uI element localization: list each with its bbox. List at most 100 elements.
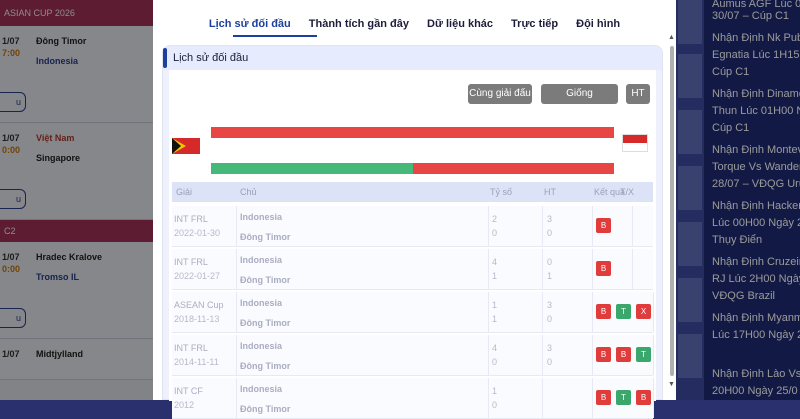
- score-away: 1: [492, 314, 498, 324]
- news-thumbnail[interactable]: [678, 166, 702, 210]
- match-date: 1/07: [2, 252, 20, 262]
- table-row[interactable]: INT FRL 2014-11-11 Indonesia Đông Timor …: [172, 335, 654, 376]
- news-thumbnail[interactable]: [678, 278, 702, 322]
- match-date: 2012: [174, 400, 195, 410]
- table-row[interactable]: ASEAN Cup 2018-11-13 Indonesia Đông Timo…: [172, 292, 654, 333]
- ht-home: 3: [547, 343, 553, 353]
- score-away: 0: [492, 357, 498, 367]
- panel-body: Cùng giải đấu Giống Nhà/Khách HT Giải Ch…: [169, 70, 656, 419]
- news-title[interactable]: Nhận Định Myanm: [712, 310, 800, 327]
- team-home: Indonesia: [240, 384, 283, 394]
- news-title[interactable]: RJ Lúc 2H00 Ngày: [712, 271, 800, 288]
- league-header: C2: [0, 220, 153, 242]
- panel-header: Lịch sử đối đầu: [163, 46, 662, 70]
- news-title[interactable]: VĐQG Brazil: [712, 288, 800, 305]
- match-date: 2022-01-27: [174, 271, 221, 281]
- match-league: INT FRL: [174, 343, 208, 353]
- news-thumbnail[interactable]: [678, 222, 702, 266]
- filter-same-home-away-button[interactable]: Giống Nhà/Khách: [541, 84, 618, 119]
- news-title[interactable]: Lúc 00H00 Ngày 2: [712, 215, 800, 232]
- table-row[interactable]: INT FRL 2022-01-27 Indonesia Đông Timor …: [172, 249, 653, 290]
- handicap-badge: B: [616, 347, 631, 362]
- match-item[interactable]: 1/07 0:00 Việt Nam Singapore u: [0, 123, 153, 220]
- filter-ht-button[interactable]: HT: [626, 84, 650, 104]
- tab-lineup[interactable]: Đội hình: [567, 12, 629, 36]
- match-date: 2014-11-11: [174, 357, 219, 367]
- team-away: Indonesia: [36, 56, 79, 66]
- news-title[interactable]: Thụy Điển: [712, 232, 800, 249]
- team-away: Đông Timor: [240, 275, 291, 285]
- team-away: Đông Timor: [240, 404, 291, 414]
- match-date: 2022-01-30: [174, 228, 221, 238]
- news-title[interactable]: 28/07 – VĐQG Uru: [712, 176, 800, 193]
- news-title[interactable]: Thun Lúc 01H00 N: [712, 103, 800, 120]
- match-league: INT CF: [174, 386, 203, 396]
- result-badge: B: [596, 347, 611, 362]
- head-to-head-modal: Lịch sử đối đầu Thành tích gần đây Dữ li…: [153, 0, 676, 419]
- scrollbar-thumb[interactable]: [670, 46, 674, 376]
- tab-other-data[interactable]: Dữ liệu khác: [418, 12, 502, 36]
- news-title[interactable]: Egnatia Lúc 1H15: [712, 47, 800, 64]
- news-title[interactable]: 30/07 – Cúp C1: [712, 8, 800, 25]
- thumbnail-strip: [676, 0, 704, 400]
- comparison-bar-2-red: [413, 163, 614, 174]
- table-row[interactable]: INT CF 2012 Indonesia Đông Timor 1 0 B T…: [172, 378, 654, 419]
- scroll-down-icon[interactable]: ▼: [668, 381, 675, 388]
- match-date: 1/07: [2, 133, 20, 143]
- news-thumbnail[interactable]: [678, 110, 702, 154]
- background-left-match-list: ASIAN CUP 2026 1/07 7:00 Đông Timor Indo…: [0, 0, 153, 400]
- team-away: Singapore: [36, 153, 81, 163]
- ht-away: 1: [547, 271, 553, 281]
- news-title[interactable]: Nhận Định Nk Pub: [712, 30, 800, 47]
- news-thumbnail[interactable]: [678, 54, 702, 98]
- panel-title: Lịch sử đối đầu: [173, 52, 249, 64]
- match-time: 7:00: [2, 48, 21, 58]
- comparison-bar-2-green: [211, 163, 413, 174]
- ht-home: 0: [547, 257, 553, 267]
- news-title[interactable]: Nhận Định Cruzeir: [712, 254, 800, 271]
- match-item[interactable]: 1/07 Midtjylland: [0, 339, 153, 380]
- tab-recent-form[interactable]: Thành tích gần đây: [300, 12, 418, 36]
- over-under-badge: B: [636, 390, 651, 405]
- detail-button[interactable]: u: [0, 189, 26, 209]
- news-title[interactable]: Torque Vs Wander: [712, 159, 800, 176]
- ht-away: 0: [547, 314, 553, 324]
- news-title[interactable]: Nhận Định Montev: [712, 142, 800, 159]
- news-title[interactable]: Nhận Định Hacker: [712, 198, 800, 215]
- tab-live[interactable]: Trực tiếp: [502, 12, 567, 36]
- news-title[interactable]: 20H00 Ngày 25/0: [712, 383, 800, 400]
- match-time: 0:00: [2, 264, 21, 274]
- head-to-head-panel: Lịch sử đối đầu Cùng giải đấu Giống Nhà/…: [162, 45, 663, 419]
- team-away: Đông Timor: [240, 318, 291, 328]
- news-title[interactable]: Cúp C1: [712, 64, 800, 81]
- ht-home: 3: [547, 214, 553, 224]
- news-title[interactable]: Nhận Định Dinamo: [712, 86, 800, 103]
- news-thumbnail[interactable]: [678, 334, 702, 378]
- flag-indonesia-icon: [622, 134, 648, 152]
- detail-button[interactable]: u: [0, 92, 26, 112]
- result-badge: B: [596, 261, 611, 276]
- news-thumbnail[interactable]: [678, 0, 702, 44]
- news-title[interactable]: Lúc 17H00 Ngày 2: [712, 327, 800, 344]
- filter-same-league-button[interactable]: Cùng giải đấu: [468, 84, 532, 104]
- news-title[interactable]: Nhận Định Lào Vs: [712, 366, 800, 383]
- scroll-up-icon[interactable]: ▲: [668, 34, 675, 41]
- news-title[interactable]: Cúp C1: [712, 120, 800, 137]
- col-score: Tỷ số: [490, 187, 513, 197]
- over-under-badge: T: [636, 347, 651, 362]
- active-tab-indicator: [233, 35, 317, 37]
- team-home: Indonesia: [240, 255, 283, 265]
- match-date: 2018-11-13: [174, 314, 220, 324]
- tab-head-to-head[interactable]: Lịch sử đối đầu: [200, 12, 300, 36]
- team-home: Indonesia: [240, 341, 283, 351]
- handicap-badge: T: [616, 304, 631, 319]
- match-item[interactable]: 1/07 7:00 Đông Timor Indonesia u: [0, 26, 153, 123]
- team-home: Hradec Kralove: [36, 252, 103, 262]
- ht-away: 0: [547, 357, 553, 367]
- detail-button[interactable]: u: [0, 308, 26, 328]
- score-away: 0: [492, 228, 498, 238]
- score-away: 1: [492, 271, 498, 281]
- match-item[interactable]: 1/07 0:00 Hradec Kralove Tromso IL u: [0, 242, 153, 339]
- ht-away: 0: [547, 228, 553, 238]
- table-row[interactable]: INT FRL 2022-01-30 Indonesia Đông Timor …: [172, 206, 653, 247]
